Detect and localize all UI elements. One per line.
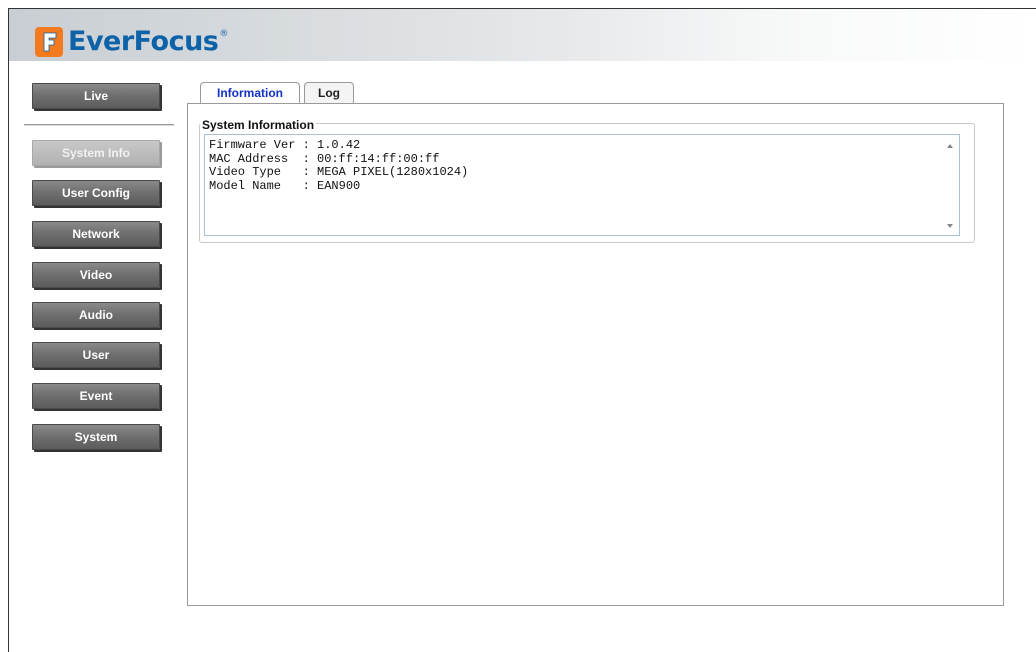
system-information-legend: System Information bbox=[200, 118, 317, 132]
nav-user-button[interactable]: User bbox=[32, 342, 160, 368]
tab-log[interactable]: Log bbox=[304, 82, 354, 103]
nav-network-button[interactable]: Network bbox=[32, 221, 160, 247]
scroll-down-arrow-icon[interactable] bbox=[947, 224, 953, 228]
header-banner: EverFocus ® bbox=[9, 9, 1036, 61]
nav-system-info-button[interactable]: System Info bbox=[32, 140, 160, 166]
everfocus-logo-icon bbox=[35, 27, 63, 57]
nav-audio-button[interactable]: Audio bbox=[32, 302, 160, 328]
mac-address-line: MAC Address : 00:ff:14:ff:00:ff bbox=[209, 151, 440, 166]
firmware-version-line: Firmware Ver : 1.0.42 bbox=[209, 138, 361, 152]
scroll-up-arrow-icon[interactable] bbox=[947, 144, 953, 148]
nav-video-button[interactable]: Video bbox=[32, 262, 160, 288]
sidebar-divider-highlight bbox=[24, 125, 174, 126]
video-type-line: Video Type : MEGA PIXEL(1280x1024) bbox=[209, 165, 469, 179]
registered-mark: ® bbox=[219, 29, 229, 39]
brand-name: EverFocus bbox=[68, 26, 219, 57]
system-information-textarea[interactable]: Firmware Ver : 1.0.42 MAC Address : 00:ff… bbox=[204, 134, 960, 236]
nav-user-config-button[interactable]: User Config bbox=[32, 180, 160, 206]
nav-live-button[interactable]: Live bbox=[32, 83, 160, 109]
content-panel: System Information Firmware Ver : 1.0.42… bbox=[187, 103, 1004, 606]
nav-event-button[interactable]: Event bbox=[32, 383, 160, 409]
model-name-line: Model Name : EAN900 bbox=[209, 178, 361, 193]
everfocus-logo: EverFocus ® bbox=[35, 27, 228, 57]
system-information-text: Firmware Ver : 1.0.42 MAC Address : 00:ff… bbox=[209, 138, 469, 193]
textarea-scrollbar[interactable] bbox=[943, 135, 959, 235]
window-border-left bbox=[8, 8, 9, 652]
nav-system-button[interactable]: System bbox=[32, 424, 160, 450]
tab-information[interactable]: Information bbox=[200, 82, 300, 103]
